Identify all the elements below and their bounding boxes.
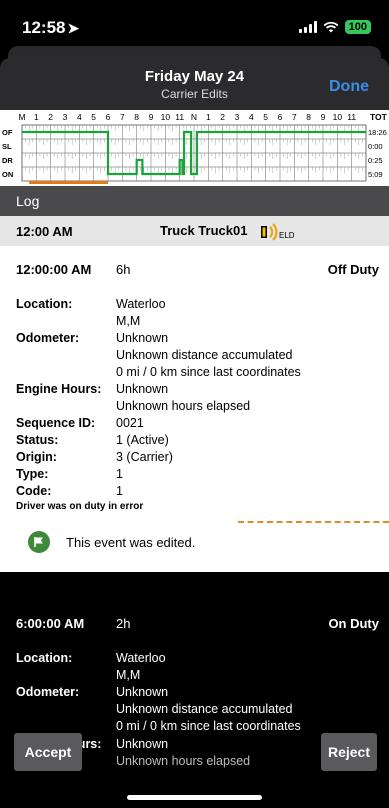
sequence-label: Sequence ID:	[16, 416, 96, 430]
type-value: 1	[116, 467, 123, 481]
row-total: 0:25	[368, 156, 383, 165]
hour-label: 4	[249, 112, 254, 122]
hour-label: 8	[306, 112, 311, 122]
hour-label: 1	[206, 112, 211, 122]
event-duration: 2h	[116, 616, 131, 631]
location-arrow-icon: ➤	[67, 20, 80, 36]
hour-label: 7	[292, 112, 297, 122]
odometer-line-1: Unknown	[116, 685, 169, 699]
code-value: 1	[116, 484, 123, 498]
log-title: Log	[16, 193, 40, 209]
odometer-label: Odometer:	[16, 685, 80, 699]
engine-hours-line-1: Unknown	[116, 382, 169, 396]
engine-hours-line-2: Unknown hours elapsed	[116, 399, 251, 413]
hour-label: 5	[91, 112, 96, 122]
location-line-1: Waterloo	[116, 651, 166, 665]
origin-label: Origin:	[16, 450, 57, 464]
modal-header: Friday May 24 Carrier Edits Done	[0, 58, 389, 110]
row-total: 0:00	[368, 142, 383, 151]
event-status: On Duty	[328, 616, 379, 631]
home-indicator[interactable]	[127, 795, 262, 800]
row-total: 5:09	[368, 170, 383, 179]
location-line-1: Waterloo	[116, 297, 166, 311]
type-label: Type:	[16, 467, 49, 481]
row-label: OF	[2, 128, 13, 137]
odometer-line-3: 0 mi / 0 km since last coordinates	[116, 365, 301, 379]
duty-status-graph: M 1 2 3 4 5 6 7 8 9 10 11 N 1 2 3 4 5 6 7 8 9 10 11 TOT OF 18:26 SL…	[0, 110, 389, 186]
location-line-2: M,M	[116, 314, 141, 328]
event-duration: 6h	[116, 262, 131, 277]
wifi-icon	[323, 21, 339, 33]
totals-header: TOT	[370, 112, 388, 122]
hour-label: M	[18, 112, 25, 122]
done-button[interactable]: Done	[329, 78, 369, 96]
status-icons: 100	[298, 20, 371, 34]
origin-value: 3 (Carrier)	[116, 450, 173, 464]
edited-text: This event was edited.	[66, 534, 196, 550]
location-label: Location:	[16, 297, 73, 311]
truck-time: 12:00 AM	[16, 224, 73, 239]
row-label: SL	[2, 142, 12, 151]
row-label: DR	[2, 156, 13, 165]
signal-icon	[298, 21, 317, 33]
edit-reason: Driver was on duty in error	[16, 501, 144, 512]
flag-icon	[28, 531, 50, 553]
hour-label: N	[191, 112, 197, 122]
graph-canvas: M 1 2 3 4 5 6 7 8 9 10 11 N 1 2 3 4 5 6 7 8 9 10 11 TOTOF 18:26SL…	[2, 112, 388, 184]
hour-label: 2	[48, 112, 53, 122]
dashed-divider	[238, 521, 389, 523]
hour-label: 3	[63, 112, 68, 122]
eld-label: ELD	[279, 231, 295, 240]
hour-label: 9	[321, 112, 326, 122]
edited-indicator: This event was edited.	[28, 531, 195, 553]
odometer-line-1: Unknown	[116, 331, 169, 345]
hour-label: 4	[77, 112, 82, 122]
hour-label: 6	[278, 112, 283, 122]
event-card-off-duty[interactable]: 12:00:00 AM 6h Off Duty Location: Waterl…	[0, 246, 389, 572]
hour-label: 3	[235, 112, 240, 122]
hour-label: 11	[347, 112, 356, 122]
battery-icon: 100	[344, 20, 371, 34]
accept-button[interactable]: Accept	[14, 733, 82, 771]
location-label: Location:	[16, 651, 73, 665]
hour-label: 11	[175, 112, 184, 122]
hour-label: 5	[263, 112, 268, 122]
odometer-line-2: Unknown distance accumulated	[116, 702, 293, 716]
truck-row: 12:00 AM Truck Truck01 ELD	[0, 216, 389, 246]
location-line-2: M,M	[116, 668, 141, 682]
status-label: Status:	[16, 433, 59, 447]
odometer-line-3: 0 mi / 0 km since last coordinates	[116, 719, 301, 733]
row-label: ON	[2, 170, 13, 179]
hour-label: 9	[149, 112, 154, 122]
hour-label: 2	[220, 112, 225, 122]
event-time: 6:00:00 AM	[16, 616, 85, 631]
truck-name: Truck Truck01	[160, 223, 248, 238]
hour-label: 8	[134, 112, 139, 122]
hour-label: 1	[34, 112, 39, 122]
hour-label: 10	[333, 112, 343, 122]
reject-button[interactable]: Reject	[321, 733, 377, 771]
status-value: 1 (Active)	[116, 433, 169, 447]
log-section-header: Log	[0, 186, 389, 216]
hour-label: 10	[161, 112, 171, 122]
odometer-line-2: Unknown distance accumulated	[116, 348, 293, 362]
hour-label: 7	[120, 112, 125, 122]
odometer-label: Odometer:	[16, 331, 80, 345]
engine-hours-label: Engine Hours:	[16, 382, 102, 396]
event-status: Off Duty	[327, 262, 379, 277]
status-time: 12:58 ➤	[22, 18, 80, 37]
engine-hours-line-1: Unknown	[116, 737, 169, 751]
row-total: 18:26	[368, 128, 387, 137]
event-time: 12:00:00 AM	[16, 262, 92, 277]
event-card-on-duty[interactable]: 6:00:00 AM 2h On Duty Location: Waterloo…	[0, 572, 389, 808]
engine-hours-line-2: Unknown hours elapsed	[116, 754, 251, 768]
edit-range-bar	[29, 181, 109, 184]
code-label: Code:	[16, 484, 52, 498]
hour-label: 6	[106, 112, 111, 122]
sequence-value: 0021	[116, 416, 144, 430]
